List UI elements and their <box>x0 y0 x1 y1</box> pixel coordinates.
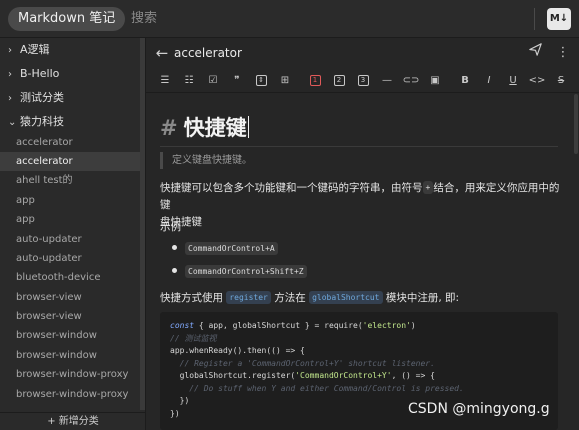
code-block-icon[interactable]: ⇕ <box>252 72 270 90</box>
sidebar-category-test[interactable]: › 测试分类 <box>0 86 145 110</box>
sidebar-category-yuanli[interactable]: ⌄ 猿力科技 <box>0 110 145 134</box>
hr-icon[interactable]: — <box>378 72 396 90</box>
note-item[interactable]: accelerator <box>0 133 140 152</box>
markdown-mode-button[interactable]: M↓ <box>547 8 571 30</box>
note-item[interactable]: app <box>0 210 140 229</box>
link-icon[interactable]: ⊂⊃ <box>402 72 420 90</box>
note-title[interactable]: accelerator <box>174 44 242 62</box>
list-item[interactable]: CommandOrControl+A <box>172 242 278 258</box>
editor-header: ← accelerator ⋮ <box>146 38 579 69</box>
document-heading[interactable]: # 快捷键 <box>160 114 249 142</box>
text-caret <box>247 116 249 138</box>
top-divider <box>534 8 535 30</box>
image-icon[interactable]: ▣ <box>426 72 444 90</box>
blockquote[interactable]: 定义键盘快捷键。 <box>160 152 252 169</box>
inline-code: globalShortcut <box>309 291 383 304</box>
bold-icon[interactable]: B <box>456 72 474 90</box>
chevron-down-icon: ⌄ <box>8 117 17 128</box>
note-item[interactable]: auto-updater <box>0 230 140 249</box>
editor-content[interactable]: # 快捷键 定义键盘快捷键。 快捷键可以包含多个功能键和一个键码的字符串，由符号 +… <box>146 94 579 430</box>
heading-divider <box>160 146 558 147</box>
content-scrollbar[interactable] <box>574 94 578 154</box>
note-item[interactable]: browser-view <box>0 307 140 326</box>
heading3-icon[interactable]: 3 <box>354 72 372 90</box>
sidebar-scrollbar[interactable] <box>140 38 145 410</box>
watermark: CSDN @mingyong.g <box>408 401 550 417</box>
strikethrough-icon[interactable]: S <box>552 72 570 90</box>
note-item[interactable]: app <box>0 191 140 210</box>
sidebar: › A逻辑 › B-Hello › 测试分类 ⌄ 猿力科技 accelerator ac… <box>0 38 146 430</box>
category-label: 测试分类 <box>20 91 64 104</box>
paragraph-2[interactable]: 快捷方式使用 register 方法在 globalShortcut 模块中注册… <box>160 290 560 307</box>
quote-icon[interactable]: ❞ <box>228 72 246 90</box>
heading1-icon[interactable]: 1 <box>306 72 324 90</box>
more-vertical-icon[interactable]: ⋮ <box>553 43 573 63</box>
underline-icon[interactable]: U <box>504 72 522 90</box>
inline-code-icon[interactable]: <> <box>528 72 546 90</box>
ol-list-icon[interactable]: ☷ <box>180 72 198 90</box>
heading2-icon[interactable]: 2 <box>330 72 348 90</box>
category-label: 猿力科技 <box>20 115 64 128</box>
list-item[interactable]: CommandOrControl+Shift+Z <box>172 265 307 281</box>
arrow-left-icon[interactable]: ← <box>152 43 172 63</box>
italic-icon[interactable]: I <box>480 72 498 90</box>
ul-list-icon[interactable]: ☰ <box>156 72 174 90</box>
note-item[interactable]: browser-window-proxy <box>0 365 140 384</box>
note-item[interactable]: bluetooth-device <box>0 268 140 287</box>
task-list-icon[interactable]: ☑ <box>204 72 222 90</box>
chevron-right-icon: › <box>8 69 12 80</box>
table-icon[interactable]: ⊞ <box>276 72 294 90</box>
format-toolbar: ☰ ☷ ☑ ❞ ⇕ ⊞ 1 2 3 — ⊂⊃ ▣ B I U <> S <box>146 69 579 93</box>
add-category-button[interactable]: + 新增分类 <box>0 412 145 430</box>
note-item[interactable]: browser-window <box>0 326 140 345</box>
note-item[interactable]: browser-window <box>0 346 140 365</box>
note-item[interactable]: auto-updater <box>0 249 140 268</box>
top-bar: Markdown 笔记 搜索 M↓ <box>0 0 579 38</box>
search-input[interactable]: 搜索 <box>131 8 157 30</box>
category-label: A逻辑 <box>20 43 50 56</box>
chevron-right-icon: › <box>8 45 12 56</box>
inline-code: + <box>422 181 434 194</box>
send-icon[interactable] <box>525 43 545 63</box>
app-title[interactable]: Markdown 笔记 <box>8 7 126 31</box>
sidebar-category-b-hello[interactable]: › B-Hello <box>0 62 145 86</box>
note-item[interactable]: browser-window-proxy <box>0 385 140 404</box>
note-item-active[interactable]: accelerator <box>0 152 140 171</box>
note-item[interactable]: ahell test的 <box>0 171 140 190</box>
inline-code: register <box>226 291 271 304</box>
note-item[interactable]: browser-view <box>0 288 140 307</box>
sidebar-category-a[interactable]: › A逻辑 <box>0 38 145 62</box>
category-label: B-Hello <box>20 67 60 80</box>
example-label[interactable]: 示例 <box>160 219 560 236</box>
chevron-right-icon: › <box>8 93 12 104</box>
